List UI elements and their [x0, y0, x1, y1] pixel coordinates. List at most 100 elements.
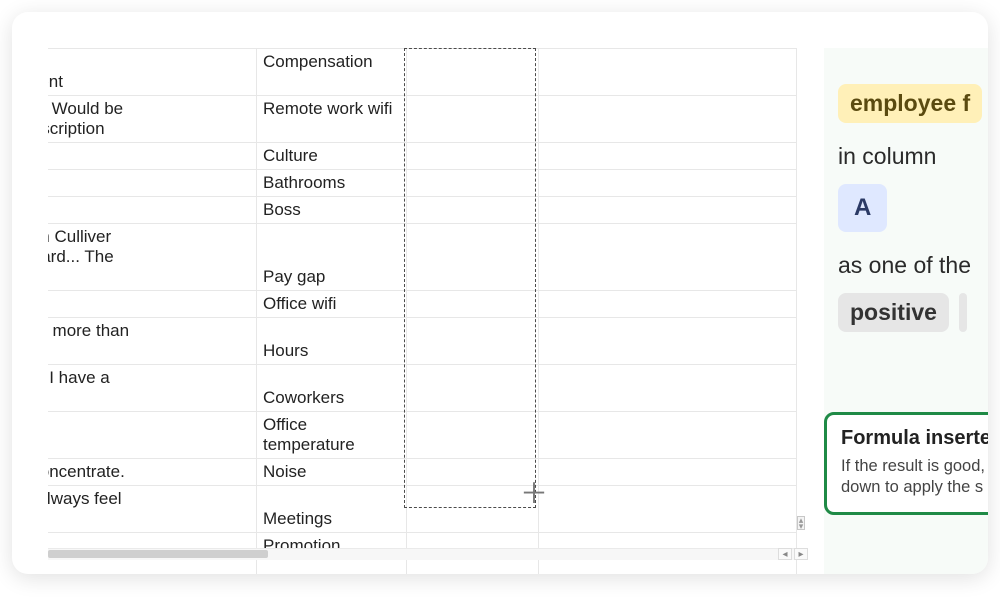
table-row: to see my family more than Hours [48, 318, 797, 365]
table-row: ional development Compensation [48, 49, 797, 96]
table-row: thout stable wifi. Would be e an Xfinity… [48, 96, 797, 143]
cell-d[interactable] [539, 291, 797, 318]
cell-text: organized and always feel [48, 489, 122, 508]
cell-text: Hours [263, 341, 308, 360]
chip-positive[interactable]: positive [838, 293, 949, 332]
cell-d[interactable] [539, 96, 797, 143]
cell-c[interactable] [407, 486, 539, 533]
cell-text: nd it's hard to concentrate. [48, 462, 125, 481]
panel-text-as-one-of: as one of the [838, 252, 988, 279]
cell-a[interactable]: paid half of John Culliver least twice a… [48, 224, 257, 291]
toast-body-line: If the result is good, [841, 457, 985, 475]
table-row: cold. I wish the regulated Office temper… [48, 412, 797, 459]
cell-c[interactable] [407, 459, 539, 486]
chip-more[interactable] [959, 293, 967, 332]
cell-text: ional development [48, 72, 63, 91]
cell-b[interactable]: Office wifi [257, 291, 407, 318]
table-row: paid half of John Culliver least twice a… [48, 224, 797, 291]
cell-d[interactable] [539, 197, 797, 224]
cell-c[interactable] [407, 143, 539, 170]
table-row: Boss [48, 197, 797, 224]
cell-c[interactable] [407, 170, 539, 197]
cell-text: Culture [263, 146, 318, 165]
cell-c[interactable] [407, 291, 539, 318]
cell-b[interactable] [257, 560, 407, 575]
cell-a[interactable]: cold. I wish the regulated [48, 412, 257, 459]
cell-d[interactable] [539, 170, 797, 197]
scroll-right-icon[interactable]: ▸ [794, 548, 808, 560]
cell-a[interactable]: dirty here [48, 170, 257, 197]
cell-a[interactable]: to see my family more than [48, 318, 257, 365]
cell-text: e an Xfinity subscription [48, 119, 105, 138]
horizontal-scrollbar[interactable]: ◂ ▸ [48, 548, 808, 560]
cell-text: paid half of John Culliver [48, 227, 111, 246]
cell-c[interactable] [407, 197, 539, 224]
cell-text: Office wifi [263, 294, 336, 313]
cell-b[interactable]: Compensation [257, 49, 407, 96]
cell-b[interactable]: Pay gap [257, 224, 407, 291]
chip-employee-feedback[interactable]: employee f [838, 84, 982, 123]
table-row: dirty here Bathrooms [48, 170, 797, 197]
cell-c[interactable] [407, 412, 539, 459]
table-row: here Culture [48, 143, 797, 170]
cell-a[interactable] [48, 197, 257, 224]
cell-b[interactable]: Hours [257, 318, 407, 365]
cell-text: least twice as hard... The [48, 247, 114, 266]
cell-a[interactable]: ional development [48, 49, 257, 96]
toast-title: Formula inserte [841, 427, 988, 450]
scroll-left-icon[interactable]: ◂ [778, 548, 792, 560]
cell-text: Noise [263, 462, 306, 481]
cell-b[interactable]: Remote work wifi [257, 96, 407, 143]
app-frame: ional development Compensation thout sta… [12, 12, 988, 574]
cell-c[interactable] [407, 560, 539, 575]
cell-b[interactable]: Office temperature [257, 412, 407, 459]
cell-text: Compensation [263, 52, 373, 71]
cell-a[interactable] [48, 560, 257, 575]
scroll-down-icon[interactable]: ▾ [798, 523, 804, 529]
cell-b[interactable]: Boss [257, 197, 407, 224]
cell-text: Office temperature [263, 415, 355, 454]
cell-d[interactable] [539, 143, 797, 170]
cell-b[interactable]: Culture [257, 143, 407, 170]
cell-c[interactable] [407, 318, 539, 365]
cell-b[interactable]: Bathrooms [257, 170, 407, 197]
cell-a[interactable]: ' supportive and I have a / [48, 365, 257, 412]
cell-text: thout stable wifi. Would be [48, 99, 123, 118]
cell-d[interactable] [539, 560, 797, 575]
table-row: ' supportive and I have a / Coworkers [48, 365, 797, 412]
cell-text: ' supportive and I have a [48, 368, 110, 387]
cell-c[interactable] [407, 224, 539, 291]
chip-column-a[interactable]: A [838, 184, 887, 232]
cell-text: Boss [263, 200, 301, 219]
cell-text: to see my family more than [48, 321, 129, 340]
cell-text: Meetings [263, 509, 332, 528]
cell-c[interactable] [407, 49, 539, 96]
cell-a[interactable]: organized and always feel [48, 486, 257, 533]
cell-text: Pay gap [263, 267, 325, 286]
cell-d[interactable] [539, 459, 797, 486]
scrollbar-thumb[interactable] [48, 550, 268, 558]
cell-a[interactable]: thout stable wifi. Would be e an Xfinity… [48, 96, 257, 143]
cell-d[interactable] [539, 486, 797, 533]
cell-b[interactable]: Coworkers [257, 365, 407, 412]
cell-c[interactable] [407, 96, 539, 143]
table-row: organized and always feel Meetings [48, 486, 797, 533]
cell-d[interactable] [539, 224, 797, 291]
table-row: Office wifi [48, 291, 797, 318]
panel-text-in-column: in column [838, 143, 988, 170]
spreadsheet-grid[interactable]: ional development Compensation thout sta… [48, 48, 808, 574]
cell-d[interactable] [539, 49, 797, 96]
cell-text: Remote work wifi [263, 99, 392, 118]
cell-d[interactable] [539, 365, 797, 412]
cell-d[interactable] [539, 318, 797, 365]
vertical-scrollbar[interactable]: ▴ ▾ [797, 516, 805, 530]
cell-b[interactable]: Meetings [257, 486, 407, 533]
cell-a[interactable]: nd it's hard to concentrate. [48, 459, 257, 486]
cell-text: Bathrooms [263, 173, 345, 192]
toast-body-line: down to apply the s [841, 478, 983, 496]
cell-b[interactable]: Noise [257, 459, 407, 486]
cell-c[interactable] [407, 365, 539, 412]
cell-a[interactable] [48, 291, 257, 318]
cell-a[interactable]: here [48, 143, 257, 170]
cell-d[interactable] [539, 412, 797, 459]
